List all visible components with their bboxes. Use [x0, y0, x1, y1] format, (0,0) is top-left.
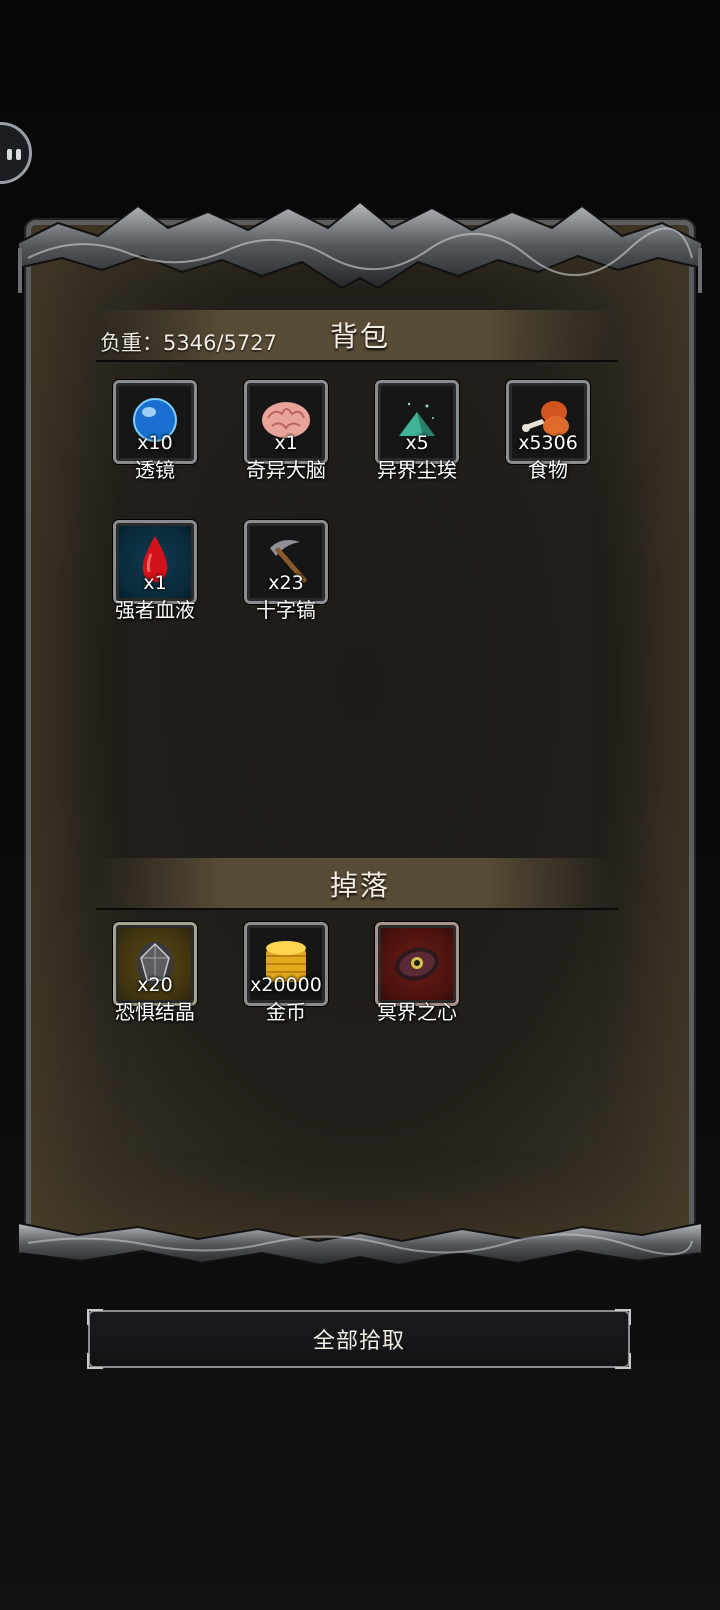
- drop-item-fear-crystal[interactable]: x20 恐惧结晶: [113, 922, 197, 1024]
- eye-icon: [16, 149, 21, 160]
- backpack-item-brain[interactable]: x1 奇异大脑: [244, 380, 328, 482]
- item-name: 冥界之心: [377, 1000, 457, 1024]
- pickup-all-button[interactable]: 全部拾取: [87, 1309, 631, 1369]
- drops-divider: [96, 908, 618, 910]
- backpack-item-lens[interactable]: x10 透镜: [113, 380, 197, 482]
- item-name: 恐惧结晶: [115, 1000, 195, 1024]
- item-qty: x5: [405, 432, 429, 454]
- pickup-all-label: 全部拾取: [312, 1329, 405, 1354]
- backpack-item-food[interactable]: x5306 食物: [506, 380, 590, 482]
- item-name: 十字镐: [256, 598, 316, 622]
- drops-title: 掉落: [329, 869, 390, 902]
- backpack-item-otherworld-dust[interactable]: x5 异界尘埃: [375, 380, 459, 482]
- item-name: 金币: [266, 1000, 306, 1024]
- underworld-heart-icon: [395, 947, 439, 981]
- item-qty: x23: [268, 572, 304, 594]
- ornate-frame-bottom: [18, 1221, 702, 1267]
- ornate-frame-top: [18, 200, 702, 293]
- item-qty: x5306: [518, 432, 578, 454]
- drop-item-gold-coins[interactable]: x20000 金币: [244, 922, 328, 1024]
- eye-icon: [7, 149, 12, 160]
- item-name: 透镜: [135, 458, 175, 482]
- weight-label: 负重：5346/5727: [100, 331, 277, 355]
- item-name: 强者血液: [115, 598, 195, 622]
- item-name: 食物: [528, 458, 568, 482]
- item-qty: x1: [274, 432, 298, 454]
- item-name: 异界尘埃: [377, 458, 457, 482]
- drop-item-underworld-heart[interactable]: 冥界之心: [375, 922, 459, 1024]
- item-name: 奇异大脑: [246, 458, 326, 482]
- backpack-divider: [96, 360, 618, 362]
- backpack-item-pickaxe[interactable]: x23 十字镐: [244, 520, 328, 622]
- panel-frame: [26, 220, 694, 1251]
- item-qty: x20: [137, 974, 173, 996]
- item-qty: x10: [137, 432, 173, 454]
- item-qty: x1: [143, 572, 167, 594]
- item-qty: x20000: [250, 974, 322, 996]
- backpack-item-strong-blood[interactable]: x1 强者血液: [113, 520, 197, 622]
